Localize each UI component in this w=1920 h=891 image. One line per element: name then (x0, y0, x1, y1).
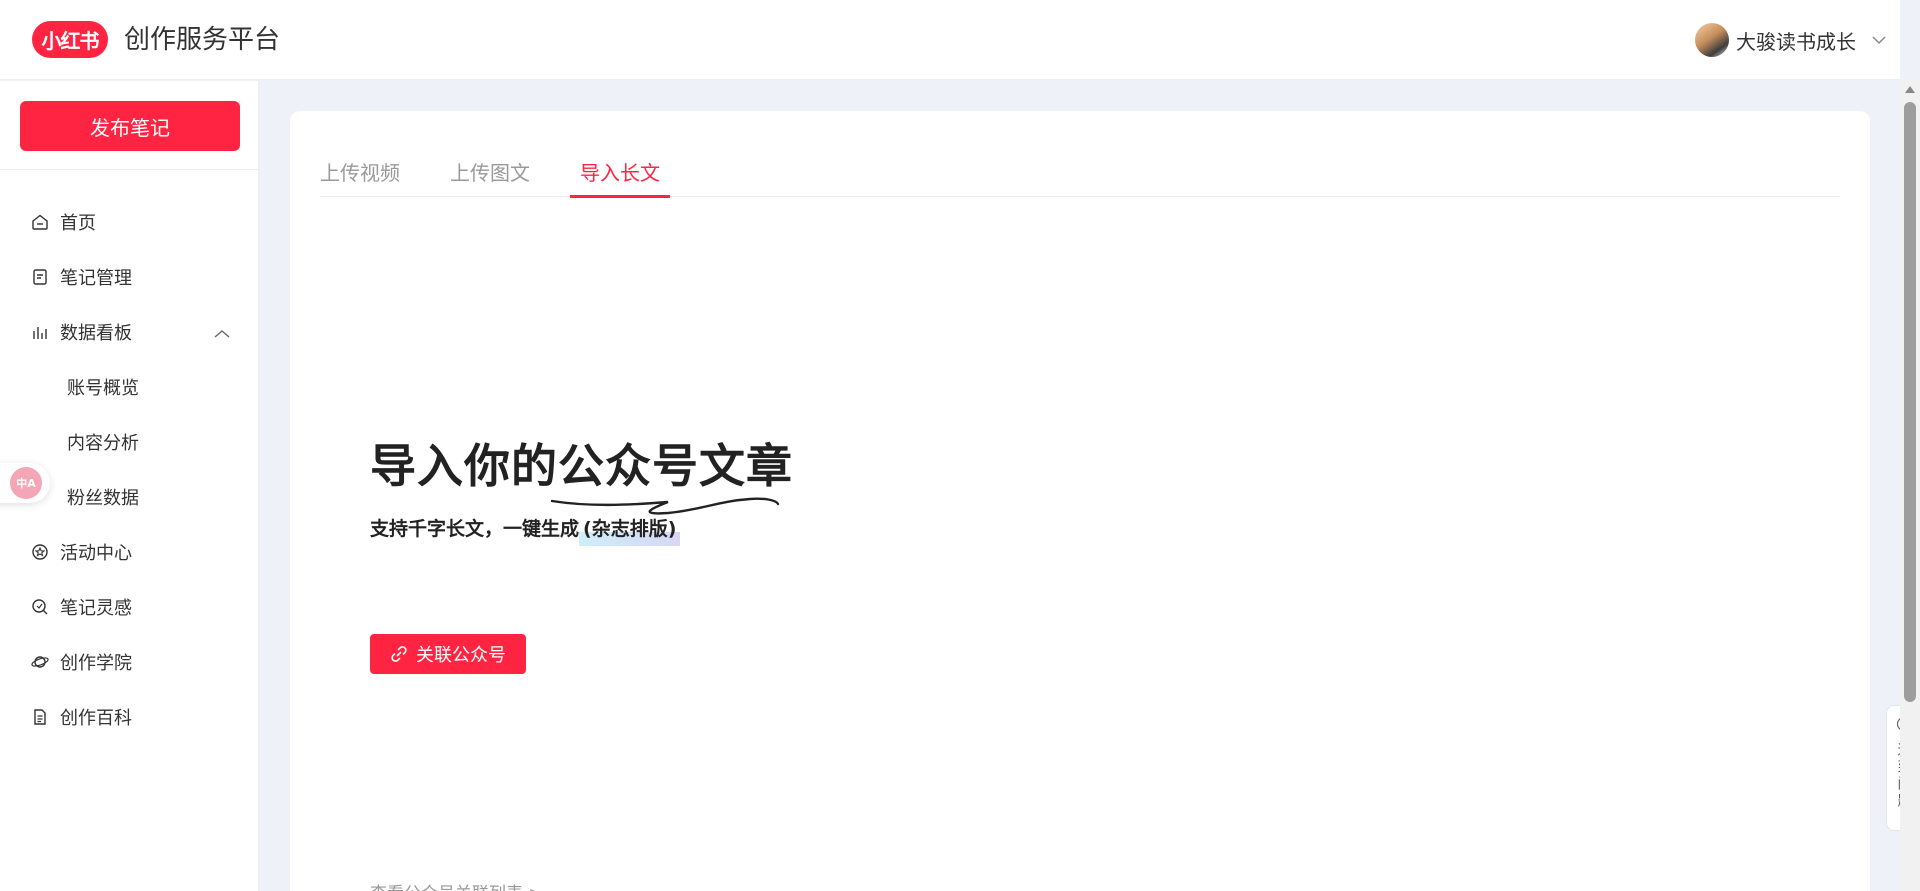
active-tab-underline (570, 195, 670, 198)
tab-label: 导入长文 (580, 161, 660, 185)
bar-chart-icon (30, 322, 50, 342)
inspiration-icon (30, 597, 50, 617)
user-menu[interactable]: 大骏读书成长 (1695, 22, 1888, 58)
tab-label: 上传图文 (450, 161, 530, 185)
sidebar-divider (0, 169, 259, 170)
home-icon (30, 212, 50, 232)
sidebar-subitem-fans-data[interactable]: 粉丝数据 (67, 482, 139, 512)
avatar[interactable] (1695, 23, 1729, 57)
sidebar-item-activity-center[interactable]: 活动中心 (30, 537, 230, 567)
hero-subtitle: 支持千字长文，一键生成 (杂志排版) (370, 514, 681, 546)
link-button-label: 关联公众号 (416, 645, 506, 666)
sidebar-item-note-inspiration[interactable]: 笔记灵感 (30, 592, 230, 622)
sidebar-subitem-label: 粉丝数据 (67, 488, 139, 509)
view-linked-accounts-link[interactable]: 查看公众号关联列表 > (370, 879, 543, 891)
tab-import-long-article[interactable]: 导入长文 (570, 151, 670, 198)
sidebar-item-label: 数据看板 (60, 323, 132, 344)
translate-icon[interactable]: 中A (10, 467, 42, 499)
sidebar-item-creator-wiki[interactable]: 创作百科 (30, 702, 230, 732)
chevron-down-icon[interactable] (1870, 31, 1888, 49)
sidebar-item-note-management[interactable]: 笔记管理 (30, 262, 230, 292)
sidebar-subitem-label: 账号概览 (67, 378, 139, 399)
translate-widget[interactable]: 中A (0, 463, 50, 503)
link-official-account-button[interactable]: 关联公众号 (370, 634, 526, 674)
main-card: 上传视频 上传图文 导入长文 导入你的公众号文章 支持千字长文，一键生成 (杂志排… (290, 111, 1870, 891)
sidebar-item-label: 笔记管理 (60, 268, 132, 289)
sidebar-item-home[interactable]: 首页 (30, 207, 230, 237)
sidebar-item-label: 活动中心 (60, 543, 132, 564)
sidebar-item-label: 首页 (60, 213, 96, 234)
tab-label: 上传视频 (320, 161, 400, 185)
sidebar-subitem-content-analysis[interactable]: 内容分析 (67, 427, 139, 457)
sidebar: 发布笔记 首页 笔记管理 数据看板 账号概览 内容分析 粉丝数据 活动中心 笔记… (0, 81, 259, 891)
activity-icon (30, 542, 50, 562)
sidebar-item-label: 创作百科 (60, 708, 132, 729)
sidebar-item-data-dashboard[interactable]: 数据看板 (30, 317, 230, 347)
hero-subtitle-highlight: (杂志排版) (579, 514, 681, 546)
upload-tabs: 上传视频 上传图文 导入长文 (320, 151, 1840, 198)
sidebar-subitem-account-overview[interactable]: 账号概览 (67, 372, 139, 402)
note-icon (30, 267, 50, 287)
tab-upload-image-text[interactable]: 上传图文 (450, 151, 540, 197)
scroll-thumb[interactable] (1904, 102, 1916, 702)
sidebar-subitem-label: 内容分析 (67, 433, 139, 454)
chevron-up-icon[interactable] (214, 323, 230, 344)
scroll-up-arrow[interactable] (1905, 86, 1915, 93)
hero-subtitle-text: 支持千字长文，一键生成 (370, 518, 580, 540)
user-name[interactable]: 大骏读书成长 (1736, 26, 1856, 55)
sidebar-item-label: 创作学院 (60, 653, 132, 674)
publish-note-button[interactable]: 发布笔记 (20, 101, 240, 151)
link-icon (390, 645, 408, 663)
sidebar-item-label: 笔记灵感 (60, 598, 132, 619)
sidebar-item-creator-academy[interactable]: 创作学院 (30, 647, 230, 677)
document-icon (30, 707, 50, 727)
xiaohongshu-logo[interactable]: 小红书 (32, 21, 108, 58)
planet-icon (30, 652, 50, 672)
tab-upload-video[interactable]: 上传视频 (320, 151, 410, 197)
top-header: 小红书 创作服务平台 大骏读书成长 (0, 0, 1900, 80)
page-scrollbar[interactable] (1900, 80, 1920, 891)
platform-title: 创作服务平台 (124, 25, 281, 55)
